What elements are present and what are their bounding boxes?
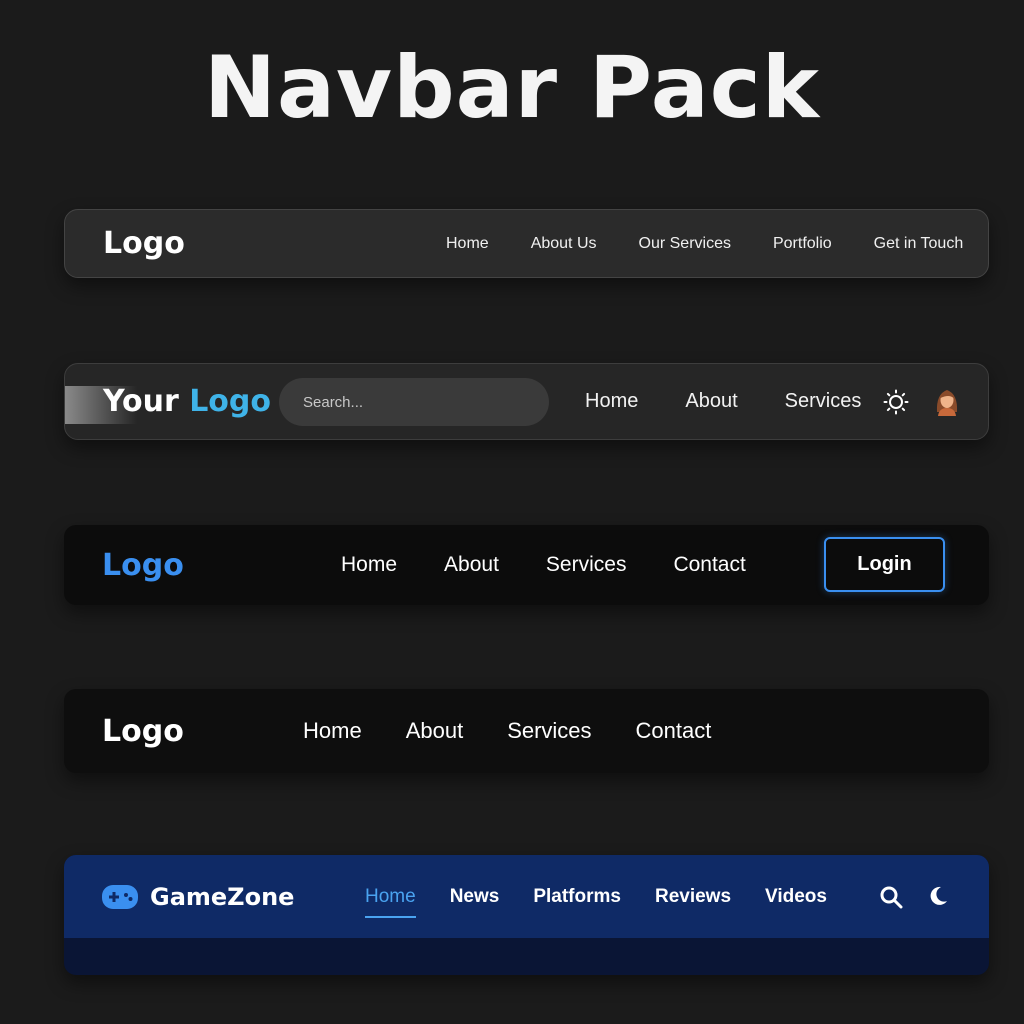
nav-link-services[interactable]: Services (785, 390, 862, 413)
nav-link-our-services[interactable]: Our Services (639, 235, 731, 253)
navbar-3-logo[interactable]: Logo (102, 548, 184, 583)
nav-link-home[interactable]: Home (341, 553, 397, 577)
nav-link-home[interactable]: Home (365, 886, 416, 918)
nav-link-contact[interactable]: Contact (636, 718, 712, 744)
nav-link-portfolio[interactable]: Portfolio (773, 235, 832, 253)
navbar-1-logo[interactable]: Logo (103, 226, 185, 261)
navbar-2-logo[interactable]: Your Logo (103, 384, 271, 419)
navbar-1-links: Home About Us Our Services Portfolio Get… (446, 235, 963, 253)
sun-icon[interactable] (883, 389, 909, 415)
nav-link-home[interactable]: Home (303, 718, 362, 744)
nav-link-videos[interactable]: Videos (765, 886, 827, 908)
navbar-3: Logo Home About Services Contact Login (64, 525, 989, 605)
nav-link-about-us[interactable]: About Us (531, 235, 597, 253)
nav-link-home[interactable]: Home (585, 390, 638, 413)
nav-link-services[interactable]: Services (546, 553, 627, 577)
moon-icon[interactable] (927, 885, 949, 907)
logo-text-your: Your (103, 384, 179, 419)
nav-link-about[interactable]: About (685, 390, 737, 413)
nav-link-reviews[interactable]: Reviews (655, 886, 731, 908)
navbar-1: Logo Home About Us Our Services Portfoli… (64, 209, 989, 278)
navbar-2-links: Home About Services (585, 390, 861, 413)
gamezone-brand[interactable]: GameZone (150, 883, 294, 911)
nav-link-get-in-touch[interactable]: Get in Touch (874, 235, 964, 253)
navbar-5-bar: GameZone Home News Platforms Reviews Vid… (64, 855, 989, 938)
navbar-2: Your Logo Home About Services (64, 363, 989, 440)
page-title: Navbar Pack (204, 38, 820, 138)
nav-link-about[interactable]: About (444, 553, 499, 577)
search-bar (279, 378, 549, 426)
navbar-5-links: Home News Platforms Reviews Videos (365, 886, 827, 918)
nav-link-platforms[interactable]: Platforms (533, 886, 621, 908)
navbar-4-links: Home About Services Contact (303, 718, 711, 744)
navbar-3-links: Home About Services Contact (341, 553, 746, 577)
navbar-4: Logo Home About Services Contact (64, 689, 989, 773)
navbar-5: GameZone Home News Platforms Reviews Vid… (64, 855, 989, 975)
avatar-icon[interactable] (933, 386, 961, 416)
search-icon[interactable] (879, 885, 903, 909)
nav-link-services[interactable]: Services (507, 718, 591, 744)
nav-link-about[interactable]: About (406, 718, 464, 744)
navbar-4-logo[interactable]: Logo (102, 714, 184, 749)
nav-link-home[interactable]: Home (446, 235, 489, 253)
nav-link-news[interactable]: News (450, 886, 500, 908)
search-input[interactable] (303, 393, 523, 411)
page: Navbar Pack Logo Home About Us Our Servi… (0, 0, 1024, 1024)
gamepad-icon (102, 885, 138, 909)
nav-link-contact[interactable]: Contact (673, 553, 745, 577)
login-button[interactable]: Login (824, 537, 945, 592)
logo-text-logo: Logo (189, 384, 271, 419)
